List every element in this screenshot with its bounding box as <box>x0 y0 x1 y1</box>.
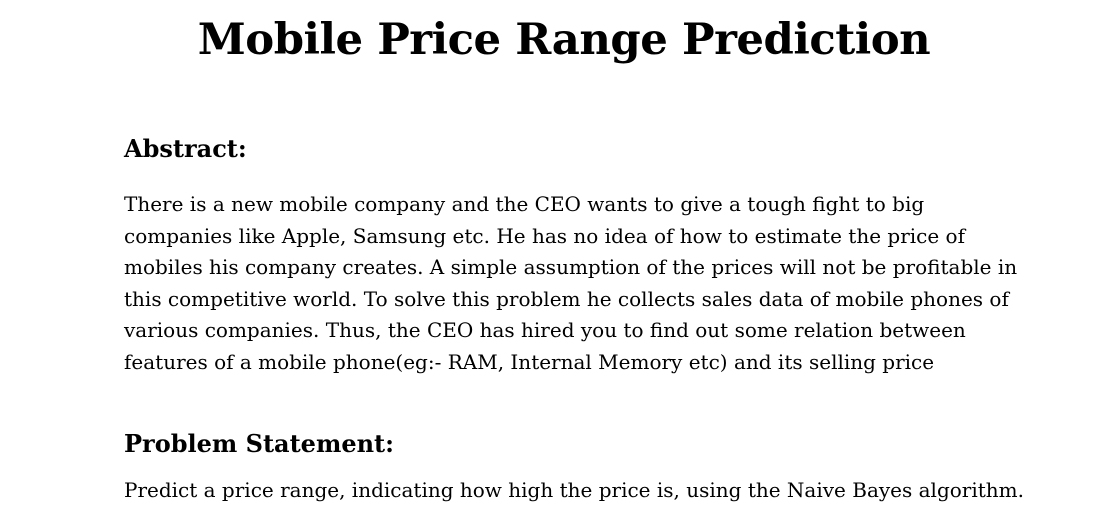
document-title: Mobile Price Range Prediction <box>197 14 931 65</box>
problem-statement-heading: Problem Statement: <box>124 429 394 458</box>
problem-statement-paragraph: Predict a price range, indicating how hi… <box>124 475 1024 507</box>
abstract-line: There is a new mobile company and the CE… <box>124 192 925 216</box>
abstract-line: various companies. Thus, the CEO has hir… <box>124 318 966 343</box>
abstract-paragraph: There is a new mobile company and the CE… <box>124 189 1017 379</box>
abstract-line: this competitive world. To solve this pr… <box>124 286 1009 311</box>
abstract-heading: Abstract: <box>124 134 247 163</box>
document-page: Mobile Price Range Prediction Abstract: … <box>0 0 1120 520</box>
problem-statement-line: Predict a price range, indicating how hi… <box>124 478 1024 502</box>
abstract-line: features of a mobile phone(eg:- RAM, Int… <box>124 349 935 374</box>
abstract-line: mobiles his company creates. A simple as… <box>124 255 1018 280</box>
abstract-line: companies like Apple, Samsung etc. He ha… <box>124 223 965 248</box>
